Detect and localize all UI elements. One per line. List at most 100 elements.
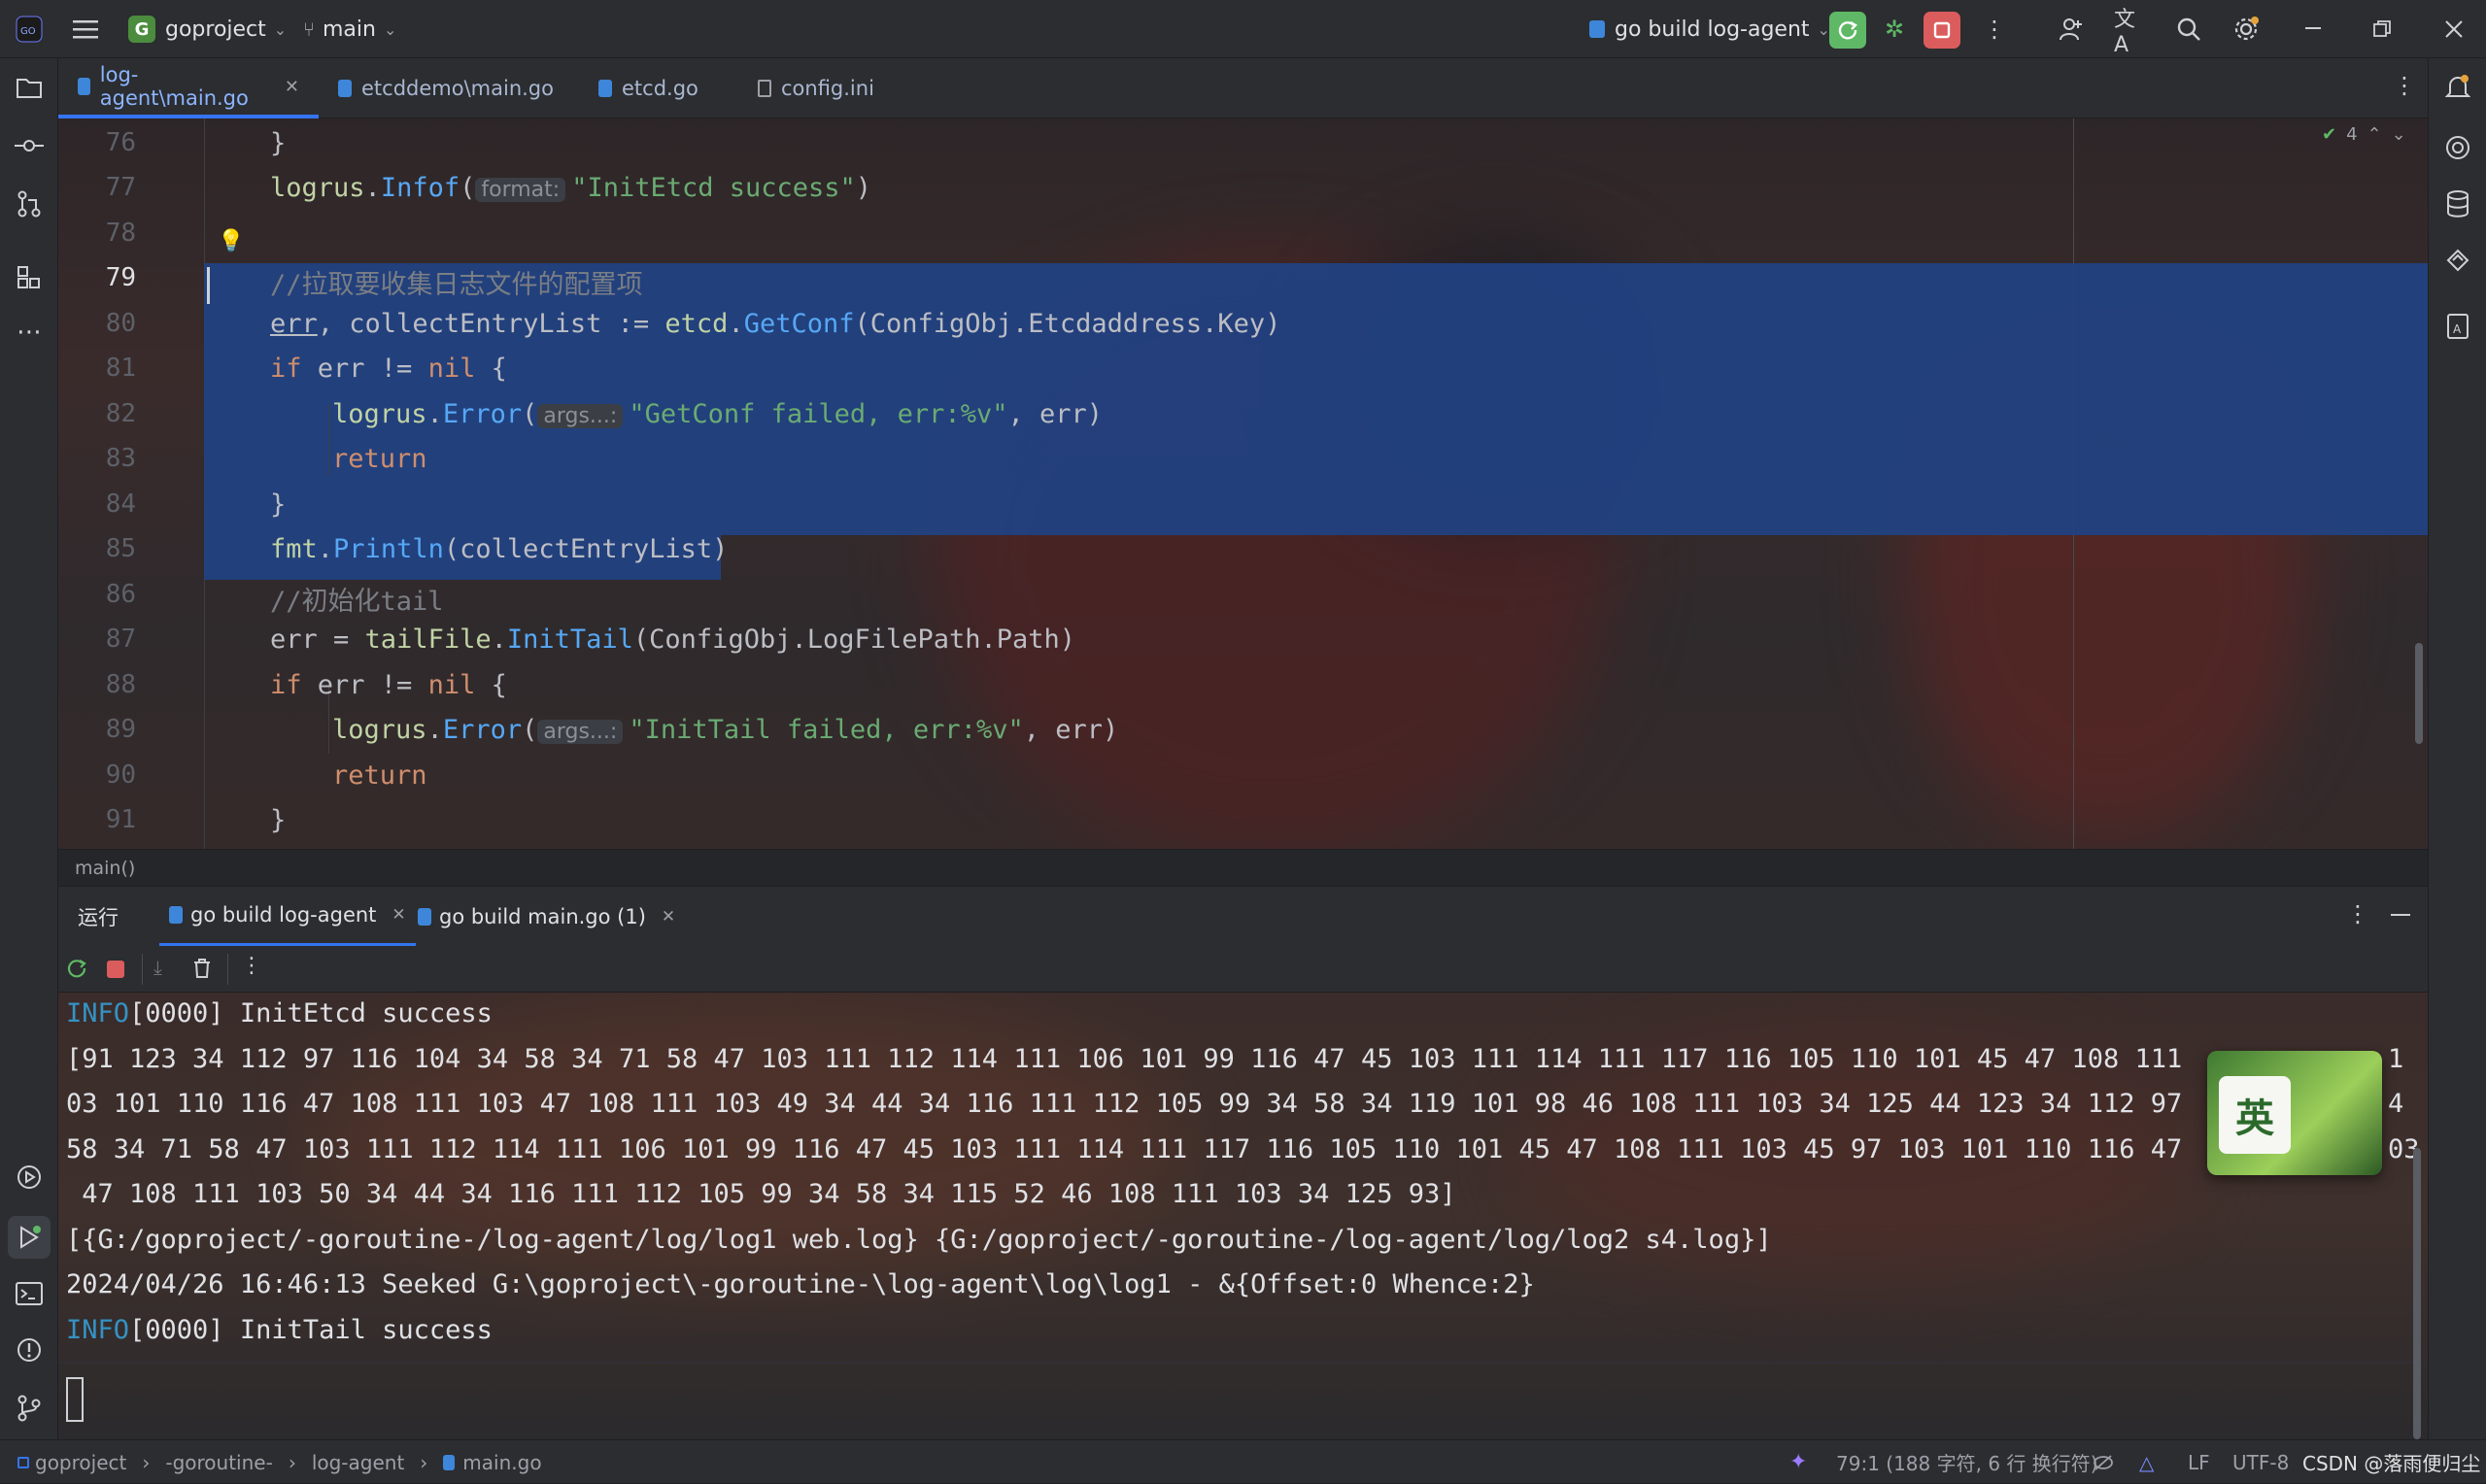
chevron-up-icon[interactable]: ⌃ bbox=[2367, 124, 2382, 145]
tab-log-agent-main-go[interactable]: log-agent\main.go ✕ bbox=[58, 58, 319, 118]
run-panel-options-icon[interactable]: ⋮ bbox=[2346, 900, 2369, 928]
run-toolbar: ⤓ ⋮ bbox=[58, 946, 2428, 993]
svg-text:GO: GO bbox=[20, 26, 36, 37]
ai-assistant-icon[interactable] bbox=[2442, 132, 2473, 163]
close-tab-icon[interactable]: ✕ bbox=[285, 77, 299, 97]
intention-bulb-icon[interactable]: 💡 bbox=[218, 229, 244, 253]
chevron-down-icon: ⌄ bbox=[1817, 19, 1830, 39]
console-scrollbar-thumb[interactable] bbox=[2413, 1148, 2421, 1439]
debug-bug-icon[interactable]: ✲ bbox=[1879, 14, 1910, 45]
tab-etcd-go[interactable]: etcd.go bbox=[579, 58, 718, 118]
git-icon[interactable] bbox=[14, 1393, 45, 1424]
rerun-button[interactable] bbox=[1829, 12, 1866, 49]
structure-icon[interactable] bbox=[14, 262, 45, 293]
line-separator[interactable]: LF bbox=[2188, 1440, 2210, 1484]
app-logo-icon[interactable]: GO bbox=[14, 14, 45, 45]
line-number: 84 bbox=[105, 489, 136, 519]
go-file-icon bbox=[443, 1454, 456, 1470]
console-line-tail: 4 bbox=[2388, 1089, 2404, 1119]
editor-scrollbar-thumb[interactable] bbox=[2415, 643, 2423, 744]
go-file-icon bbox=[338, 80, 352, 97]
code-line: logrus.Error(args...: "InitTail failed, e… bbox=[332, 715, 1119, 745]
function-breadcrumb[interactable]: main() bbox=[75, 858, 135, 879]
rerun-icon[interactable] bbox=[66, 958, 87, 983]
run-config-name: go build log-agent bbox=[1615, 17, 1810, 42]
indent-guide bbox=[328, 404, 329, 476]
code-line: } bbox=[270, 805, 287, 835]
pull-requests-icon[interactable] bbox=[14, 188, 45, 219]
ime-floating-widget[interactable]: 英 bbox=[2207, 1051, 2382, 1175]
readonly-toggle-icon[interactable] bbox=[2093, 1440, 2114, 1484]
line-number-current: 79 bbox=[105, 263, 136, 292]
clear-trash-icon[interactable] bbox=[192, 958, 212, 983]
main-menu-icon[interactable] bbox=[70, 14, 101, 45]
console-input-caret[interactable] bbox=[66, 1377, 84, 1422]
crumb-item[interactable]: goproject bbox=[35, 1451, 126, 1474]
console-output[interactable]: INFO[0000] InitEtcd success [91 123 34 1… bbox=[58, 993, 2428, 1439]
line-number: 90 bbox=[105, 760, 136, 790]
file-encoding[interactable]: UTF-8 bbox=[2232, 1440, 2289, 1484]
code-editor[interactable]: ✔ 4 ⌃ ⌄ 💡 76 77 78 79 80 81 82 83 84 85 … bbox=[58, 118, 2428, 849]
restore-icon[interactable] bbox=[2367, 14, 2398, 45]
settings-gear-icon[interactable] bbox=[2231, 14, 2262, 45]
notifications-bell-icon[interactable] bbox=[2442, 72, 2473, 103]
go-file-icon bbox=[1589, 20, 1605, 38]
cursor-position[interactable]: 79:1 (188 字符, 6 行 换行符) bbox=[1836, 1440, 2098, 1484]
text-caret bbox=[207, 267, 210, 304]
translation-panel-icon[interactable]: A bbox=[2442, 311, 2473, 342]
problems-icon[interactable] bbox=[14, 1334, 45, 1366]
code-line: if err != nil { bbox=[270, 670, 507, 700]
database-icon[interactable] bbox=[2442, 188, 2473, 219]
run-panel-header: 运行 go build log-agent ✕ go build main.go… bbox=[58, 886, 2428, 947]
right-tool-window-bar: A bbox=[2428, 58, 2486, 1439]
crumb-item[interactable]: main.go bbox=[462, 1451, 541, 1474]
run-tab-log-agent[interactable]: go build log-agent ✕ bbox=[159, 887, 416, 947]
status-breadcrumb[interactable]: goproject › -goroutine- › log-agent › ma… bbox=[17, 1440, 542, 1484]
minimize-icon[interactable] bbox=[2299, 14, 2330, 45]
ai-status-icon[interactable]: ✦ bbox=[1789, 1440, 1807, 1484]
tab-config-ini[interactable]: config.ini bbox=[738, 58, 894, 118]
search-icon[interactable] bbox=[2173, 14, 2204, 45]
close-tab-icon[interactable]: ✕ bbox=[392, 905, 405, 925]
terminal-icon[interactable] bbox=[14, 1278, 45, 1309]
crumb-item[interactable]: log-agent bbox=[312, 1451, 404, 1474]
add-user-icon[interactable] bbox=[2056, 14, 2087, 45]
project-selector[interactable]: G goproject ⌄ bbox=[128, 0, 287, 58]
title-bar: GO G goproject ⌄ ⑂ main ⌄ go build log-a… bbox=[0, 0, 2486, 58]
commit-icon[interactable] bbox=[14, 130, 45, 161]
tabs-more-icon[interactable]: ⋮ bbox=[2393, 72, 2416, 99]
branch-selector[interactable]: ⑂ main ⌄ bbox=[303, 0, 396, 58]
param-hint: format: bbox=[475, 178, 566, 202]
stop-button[interactable] bbox=[1924, 12, 1960, 49]
chevron-down-icon[interactable]: ⌄ bbox=[2392, 124, 2406, 145]
translate-icon[interactable]: 文A bbox=[2114, 8, 2145, 57]
console-line-tail: 1 bbox=[2388, 1044, 2404, 1074]
copilot-icon[interactable] bbox=[2442, 245, 2473, 276]
close-window-icon[interactable] bbox=[2438, 14, 2469, 45]
inspection-widget[interactable]: ✔ 4 ⌃ ⌄ bbox=[2322, 124, 2406, 145]
editor-breadcrumb[interactable]: main() bbox=[58, 849, 2428, 886]
tab-etcddemo-main-go[interactable]: etcddemo\main.go bbox=[319, 58, 573, 118]
more-actions-icon[interactable]: ⋮ bbox=[241, 954, 262, 978]
hide-panel-icon[interactable] bbox=[2391, 914, 2410, 916]
run-tool-window-icon[interactable] bbox=[8, 1216, 51, 1259]
go-file-icon bbox=[78, 78, 90, 95]
inspection-status-icon[interactable]: △ bbox=[2139, 1440, 2154, 1484]
more-actions-icon[interactable]: ⋮ bbox=[1979, 14, 2010, 45]
code-line: //拉取要收集日志文件的配置项 bbox=[270, 270, 643, 300]
crumb-item[interactable]: -goroutine- bbox=[165, 1451, 272, 1474]
line-number: 77 bbox=[105, 173, 136, 202]
run-tab-label: go build log-agent bbox=[190, 903, 377, 927]
chevron-down-icon: ⌄ bbox=[383, 19, 397, 39]
project-folder-icon[interactable] bbox=[14, 72, 45, 103]
scroll-to-end-icon[interactable]: ⤓ bbox=[153, 956, 162, 979]
close-tab-icon[interactable]: ✕ bbox=[662, 907, 675, 927]
services-icon[interactable] bbox=[14, 1162, 45, 1193]
run-tab-label: go build main.go (1) bbox=[439, 905, 646, 928]
param-hint: args...: bbox=[537, 404, 624, 428]
code-line: logrus.Infof(format: "InitEtcd success") bbox=[270, 173, 872, 203]
more-tools-icon[interactable]: ⋯ bbox=[14, 317, 45, 348]
run-tab-main-go[interactable]: go build main.go (1) ✕ bbox=[418, 887, 675, 947]
run-config-selector[interactable]: go build log-agent ⌄ bbox=[1589, 0, 1830, 58]
stop-icon[interactable] bbox=[107, 961, 124, 978]
